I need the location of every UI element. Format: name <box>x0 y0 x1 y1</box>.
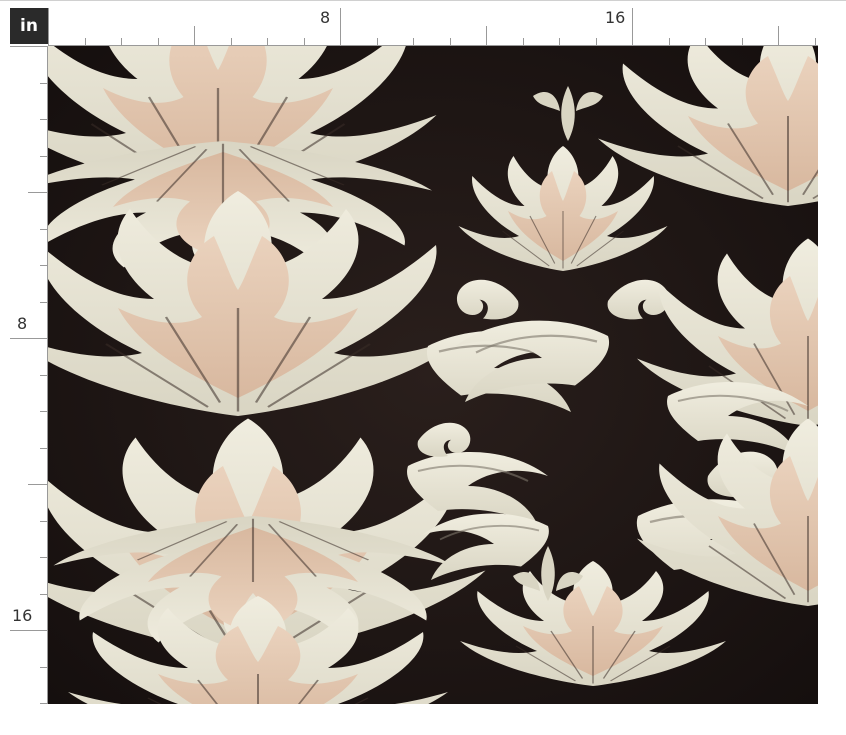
ruler-left: 8 16 <box>0 46 48 704</box>
ruler-left-label-8: 8 <box>17 314 28 333</box>
ruler-top-label-8: 8 <box>320 8 331 27</box>
fabric-preview <box>48 46 818 704</box>
ruler-top: 8 16 <box>48 0 818 46</box>
ruler-top-label-16: 16 <box>605 8 626 27</box>
unit-toggle-button[interactable]: in <box>10 8 48 44</box>
unit-label: in <box>20 16 38 36</box>
damask-pattern <box>48 46 818 704</box>
ruler-left-label-16: 16 <box>12 606 33 625</box>
ruler-top-ticks <box>48 8 818 46</box>
